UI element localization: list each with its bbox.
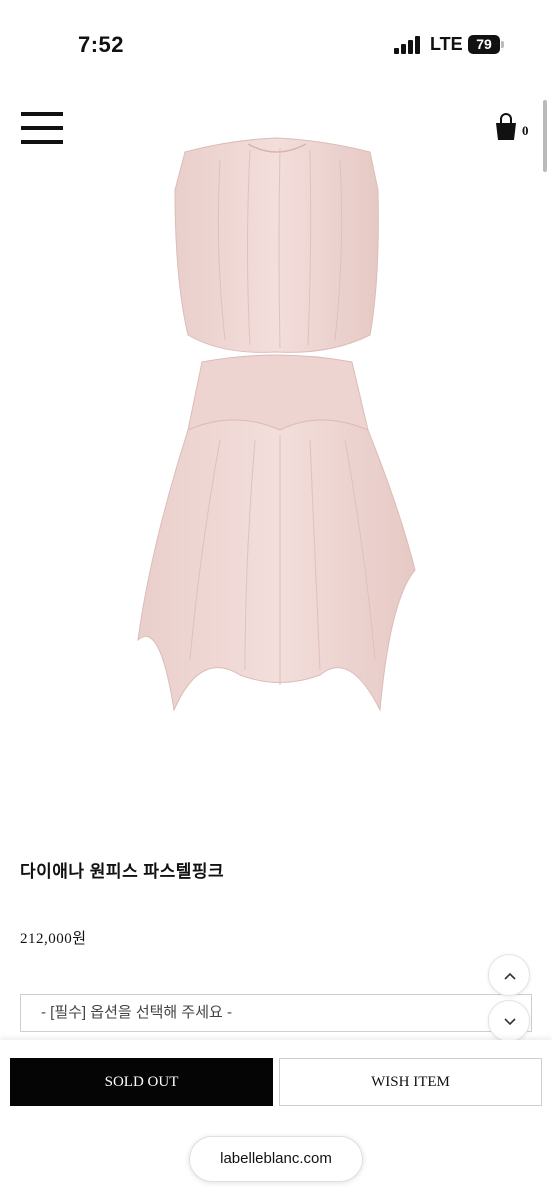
chevron-down-icon — [504, 1018, 516, 1026]
hamburger-menu-icon[interactable] — [21, 112, 63, 144]
wish-item-button[interactable]: WISH ITEM — [279, 1058, 542, 1106]
sold-out-button[interactable]: SOLD OUT — [10, 1058, 273, 1106]
shopping-bag-icon[interactable] — [494, 112, 518, 142]
product-image[interactable] — [130, 130, 422, 720]
signal-strength-icon — [394, 36, 422, 54]
bottom-action-bar: SOLD OUT WISH ITEM labelleblanc.com — [0, 1040, 552, 1200]
status-time: 7:52 — [78, 32, 125, 57]
cart-count: 0 — [522, 123, 529, 138]
scroll-bottom-button[interactable] — [488, 1000, 530, 1042]
battery-level: 79 — [468, 35, 500, 54]
battery-icon: 79 — [468, 35, 504, 54]
option-select[interactable]: - [필수] 옵션을 선택해 주세요 - — [20, 994, 532, 1032]
network-type: LTE — [430, 34, 463, 54]
product-price: 212,000원 — [20, 931, 87, 947]
product-title: 다이애나 원피스 파스텔핑크 — [20, 862, 225, 881]
page-scrollbar[interactable] — [543, 100, 547, 172]
scroll-top-button[interactable] — [488, 954, 530, 996]
browser-url-bar[interactable]: labelleblanc.com — [189, 1136, 363, 1182]
chevron-up-icon — [504, 972, 516, 980]
status-bar: 7:52 LTE 79 — [0, 0, 552, 90]
